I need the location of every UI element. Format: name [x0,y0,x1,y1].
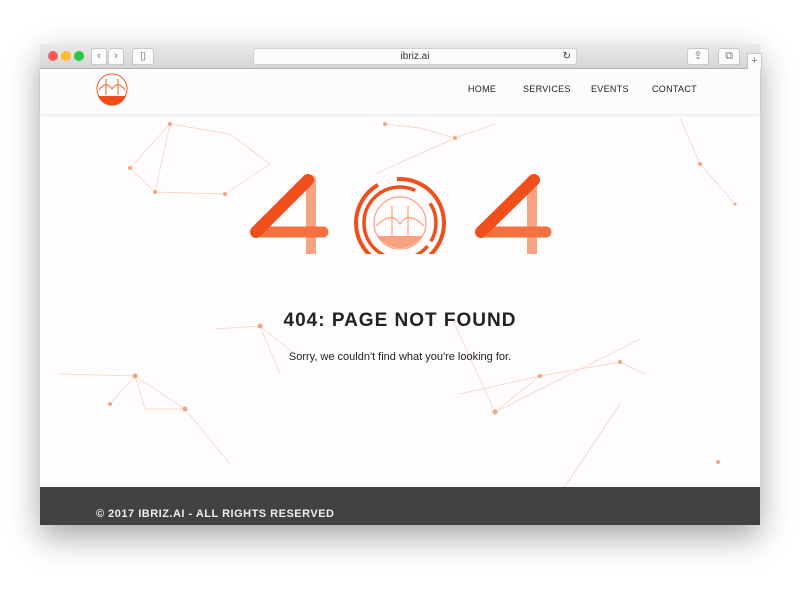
close-button[interactable] [48,51,58,61]
forward-icon[interactable]: › [108,48,124,65]
digit-four-left [250,174,329,254]
minimize-button[interactable] [61,51,71,61]
site-header: HOME SERVICES EVENTS CONTACT [40,69,760,114]
nav-events[interactable]: EVENTS [591,84,629,94]
nav-home[interactable]: HOME [468,84,496,94]
ibriz-logo[interactable] [95,72,129,106]
nav-services[interactable]: SERVICES [523,84,571,94]
digit-four-right [475,174,552,254]
url-text: ibriz.ai [400,51,430,62]
tabs-icon[interactable]: ⧉ [718,48,740,65]
digit-zero-logo-icon [354,177,446,254]
browser-window: ‹ › ▯ ibriz.ai ↻ ⇪ ⧉ + HOME SERVICES EVEN… [40,44,762,525]
nav-contact[interactable]: CONTACT [652,84,697,94]
reload-icon[interactable]: ↻ [563,49,571,64]
address-bar[interactable]: ibriz.ai ↻ [253,48,577,65]
new-tab-icon[interactable]: + [747,53,762,70]
browser-toolbar: ‹ › ▯ ibriz.ai ↻ ⇪ ⧉ + [40,44,762,70]
share-icon[interactable]: ⇪ [687,48,709,65]
error-code-graphic [250,174,552,254]
site-footer: © 2017 IBRIZ.AI - ALL RIGHTS RESERVED [40,487,760,525]
error-message: Sorry, we couldn't find what you're look… [288,351,512,363]
maximize-button[interactable] [74,51,84,61]
back-icon[interactable]: ‹ [91,48,107,65]
sidebar-icon[interactable]: ▯ [132,48,154,65]
copyright-text: © 2017 IBRIZ.AI - ALL RIGHTS RESERVED [96,508,335,520]
error-heading: 404: PAGE NOT FOUND [283,310,517,331]
